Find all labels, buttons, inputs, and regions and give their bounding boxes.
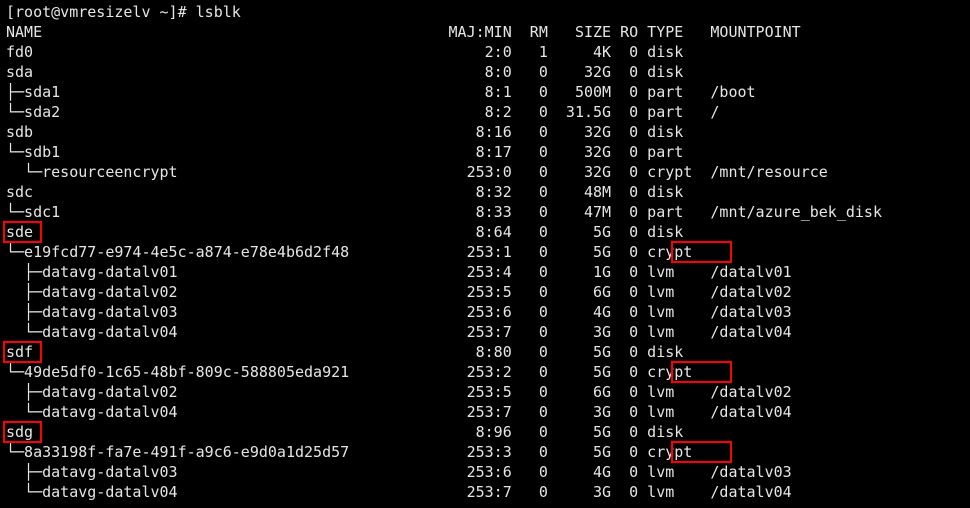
command-text: lsblk: [196, 3, 241, 21]
terminal-output: [root@vmresizelv ~]# lsblk NAME MAJ:MIN …: [0, 0, 970, 502]
shell-prompt: [root@vmresizelv ~]#: [6, 3, 196, 21]
highlight-box: [671, 361, 731, 383]
highlight-box: [3, 421, 42, 443]
highlight-box: [671, 441, 731, 463]
highlight-box: [3, 221, 42, 243]
highlight-box: [671, 241, 731, 263]
highlight-box: [3, 341, 42, 363]
